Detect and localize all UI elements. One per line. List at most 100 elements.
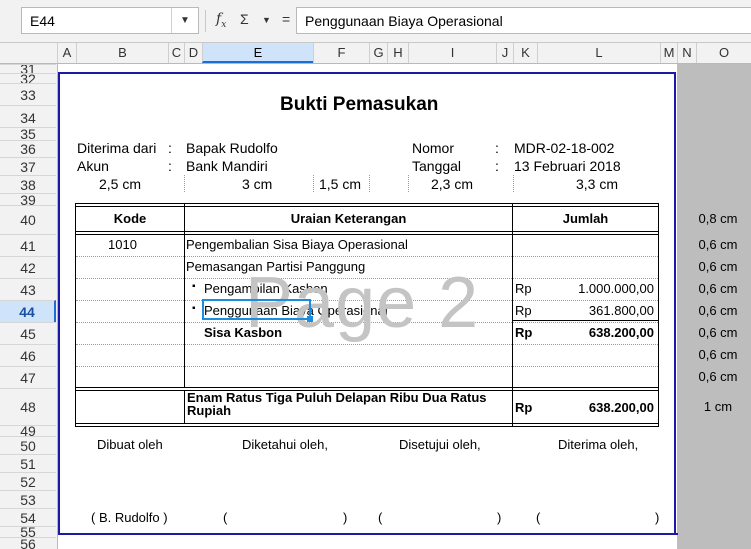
name-box[interactable]: E44 ▼ xyxy=(21,7,199,34)
chevron-down-icon[interactable]: ▼ xyxy=(171,8,198,33)
row-header-37[interactable]: 37 xyxy=(0,157,56,175)
line-amount[interactable]: 638.200,00 xyxy=(540,325,654,340)
row-header-44[interactable]: 44 xyxy=(0,300,56,322)
row-header-41[interactable]: 41 xyxy=(0,234,56,256)
signature-paren-open[interactable]: ( xyxy=(223,510,227,525)
total-amount[interactable]: 638.200,00 xyxy=(540,400,654,415)
line-currency[interactable]: Rp xyxy=(515,281,532,296)
date-value[interactable]: 13 Februari 2018 xyxy=(514,158,621,174)
signature-received-by[interactable]: Diterima oleh, xyxy=(558,437,638,452)
line-description[interactable]: Pengambilan Kasbon xyxy=(204,281,328,296)
account-label[interactable]: Akun xyxy=(77,158,109,174)
row-header-42[interactable]: 42 xyxy=(0,256,56,278)
row-header-48[interactable]: 48 xyxy=(0,388,56,425)
date-label[interactable]: Tanggal xyxy=(412,158,461,174)
row-header-49[interactable]: 49 xyxy=(0,425,56,436)
signature-paren-open[interactable]: ( xyxy=(536,510,540,525)
fill-handle[interactable] xyxy=(307,316,313,322)
row-height-note[interactable]: 1 cm xyxy=(690,399,746,414)
column-header-d[interactable]: D xyxy=(184,43,202,63)
total-in-words[interactable]: Enam Ratus Tiga Puluh Delapan Ribu Dua R… xyxy=(187,391,499,417)
row-header-40[interactable]: 40 xyxy=(0,205,56,234)
header-code[interactable]: Kode xyxy=(76,211,184,226)
signature-approved-by[interactable]: Disetujui oleh, xyxy=(399,437,481,452)
row-header-52[interactable]: 52 xyxy=(0,472,56,490)
row-header-54[interactable]: 54 xyxy=(0,508,56,526)
row-height-note[interactable]: 0,6 cm xyxy=(690,325,746,340)
signature-paren-close[interactable]: ) xyxy=(343,510,347,525)
account-value[interactable]: Bank Mandiri xyxy=(186,158,268,174)
row-header-45[interactable]: 45 xyxy=(0,322,56,344)
column-header-n[interactable]: N xyxy=(677,43,696,63)
sigma-icon[interactable]: Σ xyxy=(240,11,249,27)
signature-name[interactable]: ( B. Rudolfo ) xyxy=(91,510,168,525)
received-from-value[interactable]: Bapak Rudolfo xyxy=(186,140,278,156)
line-description[interactable]: Sisa Kasbon xyxy=(204,325,282,340)
line-currency[interactable]: Rp xyxy=(515,325,532,340)
number-value[interactable]: MDR-02-18-002 xyxy=(514,140,614,156)
formula-equals-icon[interactable]: = xyxy=(282,11,290,27)
row-height-note[interactable]: 0,6 cm xyxy=(690,347,746,362)
line-description[interactable]: Pengembalian Sisa Biaya Operasional xyxy=(186,237,408,252)
signature-made-by[interactable]: Dibuat oleh xyxy=(97,437,163,452)
header-amount[interactable]: Jumlah xyxy=(513,211,658,226)
row-header-31[interactable]: 31 xyxy=(0,64,56,73)
line-currency[interactable]: Rp xyxy=(515,303,532,318)
line-amount[interactable]: 1.000.000,00 xyxy=(540,281,654,296)
row-header-34[interactable]: 34 xyxy=(0,105,56,127)
number-label[interactable]: Nomor xyxy=(412,140,454,156)
document-title[interactable]: Bukti Pemasukan xyxy=(280,94,438,116)
row-header-47[interactable]: 47 xyxy=(0,366,56,388)
formula-content[interactable]: Penggunaan Biaya Operasional xyxy=(305,13,503,29)
width-label[interactable]: 3 cm xyxy=(242,176,272,192)
column-header-e[interactable]: E xyxy=(202,43,313,63)
row-height-note[interactable]: 0,6 cm xyxy=(690,237,746,252)
column-header-c[interactable]: C xyxy=(168,43,184,63)
signature-paren-open[interactable]: ( xyxy=(378,510,382,525)
row-header-51[interactable]: 51 xyxy=(0,454,56,472)
column-header-l[interactable]: L xyxy=(537,43,660,63)
signature-paren-close[interactable]: ) xyxy=(655,510,659,525)
column-header-a[interactable]: A xyxy=(57,43,76,63)
column-header-f[interactable]: F xyxy=(313,43,369,63)
column-header-h[interactable]: H xyxy=(387,43,408,63)
column-header-b[interactable]: B xyxy=(76,43,168,63)
row-height-note[interactable]: 0,6 cm xyxy=(690,259,746,274)
row-height-note[interactable]: 0,6 cm xyxy=(690,281,746,296)
formula-input[interactable]: Penggunaan Biaya Operasional xyxy=(296,7,751,34)
row-header-38[interactable]: 38 xyxy=(0,175,56,193)
row-header-55[interactable]: 55 xyxy=(0,526,56,537)
row-header-33[interactable]: 33 xyxy=(0,83,56,105)
line-code[interactable]: 1010 xyxy=(108,237,137,252)
row-header-46[interactable]: 46 xyxy=(0,344,56,366)
chevron-down-icon[interactable]: ▼ xyxy=(262,15,271,25)
signature-paren-close[interactable]: ) xyxy=(497,510,501,525)
total-currency[interactable]: Rp xyxy=(515,400,532,415)
row-height-note[interactable]: 0,8 cm xyxy=(690,211,746,226)
signature-known-by[interactable]: Diketahui oleh, xyxy=(242,437,328,452)
column-header-g[interactable]: G xyxy=(369,43,387,63)
row-header-53[interactable]: 53 xyxy=(0,490,56,508)
received-from-label[interactable]: Diterima dari xyxy=(77,140,156,156)
column-header-o[interactable]: O xyxy=(696,43,751,63)
width-label[interactable]: 1,5 cm xyxy=(319,176,361,192)
cell-reference[interactable]: E44 xyxy=(30,13,55,29)
row-header-56[interactable]: 56 xyxy=(0,537,56,549)
row-header-35[interactable]: 35 xyxy=(0,127,56,140)
width-label[interactable]: 3,3 cm xyxy=(576,176,618,192)
cell-cursor[interactable] xyxy=(202,299,313,322)
width-label[interactable]: 2,3 cm xyxy=(431,176,473,192)
row-header-36[interactable]: 36 xyxy=(0,140,56,157)
column-header-j[interactable]: J xyxy=(496,43,513,63)
column-header-i[interactable]: I xyxy=(408,43,496,63)
row-header-43[interactable]: 43 xyxy=(0,278,56,300)
line-description[interactable]: Pemasangan Partisi Panggung xyxy=(186,259,365,274)
row-header-39[interactable]: 39 xyxy=(0,193,56,205)
line-amount[interactable]: 361.800,00 xyxy=(540,303,654,318)
function-wizard-icon[interactable]: fx xyxy=(216,11,226,30)
column-header-k[interactable]: K xyxy=(513,43,537,63)
row-height-note[interactable]: 0,6 cm xyxy=(690,369,746,384)
row-height-note[interactable]: 0,6 cm xyxy=(690,303,746,318)
width-label[interactable]: 2,5 cm xyxy=(99,176,141,192)
row-header-32[interactable]: 32 xyxy=(0,73,56,83)
